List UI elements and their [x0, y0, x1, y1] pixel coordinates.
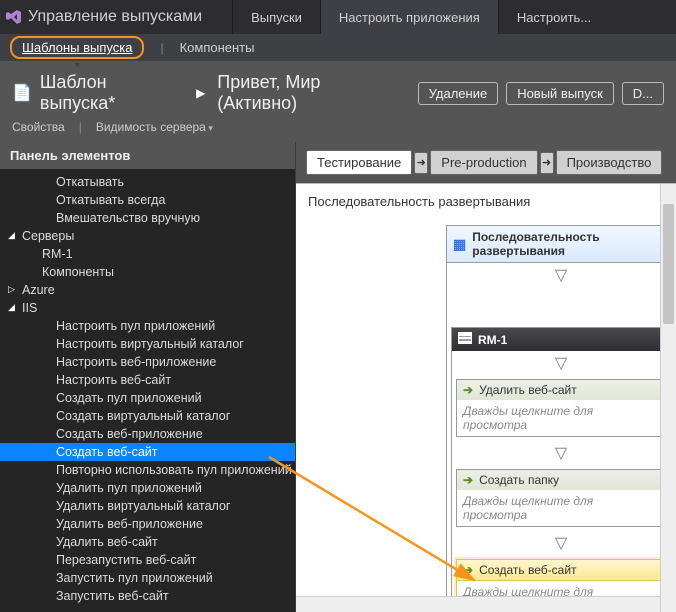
delete-button[interactable]: Удаление: [418, 82, 499, 105]
tree-item-label: Компоненты: [42, 265, 114, 279]
tree-item[interactable]: Удалить веб-сайт: [0, 533, 295, 551]
step-delete-website[interactable]: ➔Удалить веб-сайт Дважды щелкните для пр…: [456, 379, 666, 437]
tree-item[interactable]: Настроить виртуальный каталог: [0, 335, 295, 353]
template-icon: 📄: [12, 83, 32, 103]
tree-item-label: Серверы: [22, 229, 74, 243]
properties-link[interactable]: Свойства: [12, 120, 65, 134]
tree-item[interactable]: Откатывать всегда: [0, 191, 295, 209]
stage-tab-testing[interactable]: Тестирование: [306, 150, 412, 175]
tree-item-label: Удалить веб-приложение: [56, 517, 203, 531]
sequence-title: Последовательность развертывания: [296, 183, 676, 215]
tree-item-label: Повторно использовать пул приложений: [56, 463, 292, 477]
top-tab-configure-apps[interactable]: Настроить приложения: [320, 0, 498, 34]
horizontal-scrollbar[interactable]: [296, 596, 660, 612]
tree-item-label: Удалить виртуальный каталог: [56, 499, 230, 513]
top-tab-releases[interactable]: Выпуски: [232, 0, 320, 34]
tree-item[interactable]: Создать веб-приложение: [0, 425, 295, 443]
server-icon: [458, 332, 472, 347]
tree-item[interactable]: Создать виртуальный каталог: [0, 407, 295, 425]
tree-item[interactable]: Повторно использовать пул приложений: [0, 461, 295, 479]
deployment-sequence-container[interactable]: ▦ Последовательность развертывания ▽ RM-…: [446, 225, 676, 612]
chevron-right-icon: ➜: [540, 152, 554, 174]
server-visibility-dropdown[interactable]: Видимость сервера: [96, 120, 213, 134]
tree-group[interactable]: ◢IIS: [0, 299, 295, 317]
play-icon: ▶: [196, 86, 205, 100]
subnav-components[interactable]: Компоненты: [180, 40, 255, 55]
arrow-right-icon: ➔: [463, 473, 473, 487]
tree-item[interactable]: Запустить веб-сайт: [0, 587, 295, 605]
expander-icon: ◢: [8, 302, 22, 313]
sequence-icon: ▦: [453, 236, 466, 253]
tree-item[interactable]: Удалить виртуальный каталог: [0, 497, 295, 515]
tree-group[interactable]: ▷Azure: [0, 281, 295, 299]
tree-item[interactable]: Создать пул приложений: [0, 389, 295, 407]
stage-tab-preproduction[interactable]: Pre-production: [430, 150, 537, 175]
tree-item-label: Откатывать всегда: [56, 193, 165, 207]
tree-item-label: Запустить пул приложений: [56, 571, 213, 585]
tree-item-label: Настроить веб-приложение: [56, 355, 216, 369]
toolbox-title: Панель элементов: [0, 142, 295, 169]
tree-item[interactable]: Компоненты: [0, 263, 295, 281]
new-release-button[interactable]: Новый выпуск: [506, 82, 614, 105]
tree-item[interactable]: Создать веб-сайт: [0, 443, 295, 461]
tree-group[interactable]: ◢Серверы: [0, 227, 295, 245]
sequence-root-label: Последовательность развертывания: [472, 230, 669, 258]
template-pipeline: Привет, Мир (Активно): [217, 72, 401, 114]
tree-item-label: Вмешательство вручную: [56, 211, 200, 225]
vs-logo-icon: [0, 0, 28, 34]
tree-item[interactable]: Вмешательство вручную: [0, 209, 295, 227]
tree-item[interactable]: Перезапустить веб-сайт: [0, 551, 295, 569]
arrow-right-icon: ➔: [463, 383, 473, 397]
tree-item-label: Удалить пул приложений: [56, 481, 202, 495]
tree-item-label: Откатывать: [56, 175, 124, 189]
tree-item-label: Настроить виртуальный каталог: [56, 337, 244, 351]
tree-item[interactable]: Удалить пул приложений: [0, 479, 295, 497]
tree-item-label: Создать виртуальный каталог: [56, 409, 230, 423]
tree-item-label: Удалить веб-сайт: [56, 535, 158, 549]
app-title: Управление выпусками: [28, 0, 232, 34]
tree-item-label: Перезапустить веб-сайт: [56, 553, 196, 567]
tree-item[interactable]: RM-1: [0, 245, 295, 263]
tree-item-label: RM-1: [42, 247, 73, 261]
expander-icon: ◢: [8, 230, 22, 241]
tree-item-label: Создать веб-сайт: [56, 445, 158, 459]
more-button[interactable]: D...: [622, 82, 664, 105]
stage-tab-production[interactable]: Производство: [556, 150, 663, 175]
tree-item[interactable]: Запустить пул приложений: [0, 569, 295, 587]
expander-icon: ▷: [8, 284, 22, 295]
tree-item[interactable]: Настроить пул приложений: [0, 317, 295, 335]
tree-item-label: Настроить веб-сайт: [56, 373, 171, 387]
vertical-scrollbar[interactable]: [660, 184, 676, 612]
step-create-folder[interactable]: ➔Создать папку Дважды щелкните для просм…: [456, 469, 666, 527]
chevron-right-icon: ➜: [414, 152, 428, 174]
tree-item-label: Создать веб-приложение: [56, 427, 203, 441]
template-name: Шаблон выпуска*: [40, 72, 184, 114]
subnav-divider: |: [160, 41, 163, 55]
subnav-release-templates[interactable]: Шаблоны выпуска: [10, 36, 144, 59]
tree-item[interactable]: Настроить веб-сайт: [0, 371, 295, 389]
arrow-right-icon: ➔: [463, 563, 473, 577]
tree-item-label: Настроить пул приложений: [56, 319, 215, 333]
tree-item-label: IIS: [22, 301, 37, 315]
top-tab-configure-more[interactable]: Настроить...: [498, 0, 609, 34]
chevron-down-icon: ▽: [452, 441, 670, 465]
tree-item[interactable]: Удалить веб-приложение: [0, 515, 295, 533]
chevron-down-icon: ▽: [452, 351, 670, 375]
tree-item-label: Создать пул приложений: [56, 391, 202, 405]
server-block[interactable]: RM-1 ▽ ➔Удалить веб-сайт Дважды щелкните…: [451, 327, 671, 612]
chevron-down-icon: ▽: [447, 263, 675, 287]
tree-item-label: Azure: [22, 283, 55, 297]
tree-item[interactable]: Настроить веб-приложение: [0, 353, 295, 371]
tree-item[interactable]: Откатывать: [0, 173, 295, 191]
server-name: RM-1: [478, 333, 507, 347]
chevron-down-icon: ▽: [452, 531, 670, 555]
